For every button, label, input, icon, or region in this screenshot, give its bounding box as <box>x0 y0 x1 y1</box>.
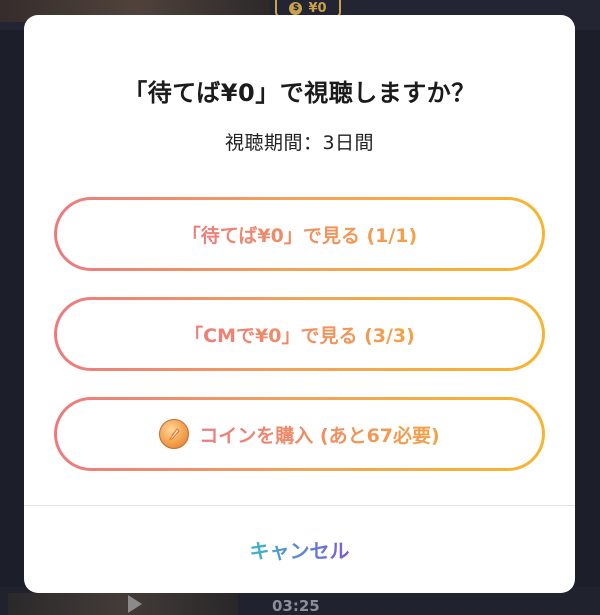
play-icon <box>128 595 142 613</box>
coin-feather-icon <box>169 428 180 440</box>
buy-coins-button[interactable]: コインを購入 (あと67必要) <box>54 397 545 471</box>
wait-free-button-label: 「待てば¥0」で見る (1/1) <box>182 221 417 248</box>
background-price-text: ¥0 <box>308 0 327 16</box>
background-time: 03:25 <box>272 597 320 615</box>
background-video-thumbnail <box>8 593 238 615</box>
buy-coins-button-inner: コインを購入 (あと67必要) <box>57 400 542 468</box>
viewing-period-text: 視聴期間：3日間 <box>224 132 375 154</box>
cm-free-button[interactable]: 「CMで¥0」で見る (3/3) <box>54 297 545 371</box>
coin-icon <box>159 419 190 449</box>
dialog-title: 「待てば¥0」で視聴しますか？ <box>123 79 476 107</box>
cm-free-button-inner: 「CMで¥0」で見る (3/3) <box>57 300 542 368</box>
cm-free-button-label: 「CMで¥0」で見る (3/3) <box>184 321 415 348</box>
watch-confirm-dialog: 「待てば¥0」で視聴しますか？ 視聴期間：3日間 「待てば¥0」で見る (1/1… <box>24 15 575 593</box>
dollar-coin-icon: $ <box>289 1 303 15</box>
wait-free-button-inner: 「待てば¥0」で見る (1/1) <box>57 200 542 268</box>
cancel-button-label: キャンセル <box>250 535 350 564</box>
wait-free-button[interactable]: 「待てば¥0」で見る (1/1) <box>54 197 545 271</box>
buy-coins-button-label: コインを購入 (あと67必要) <box>199 421 439 448</box>
cancel-button[interactable]: キャンセル <box>24 506 575 593</box>
